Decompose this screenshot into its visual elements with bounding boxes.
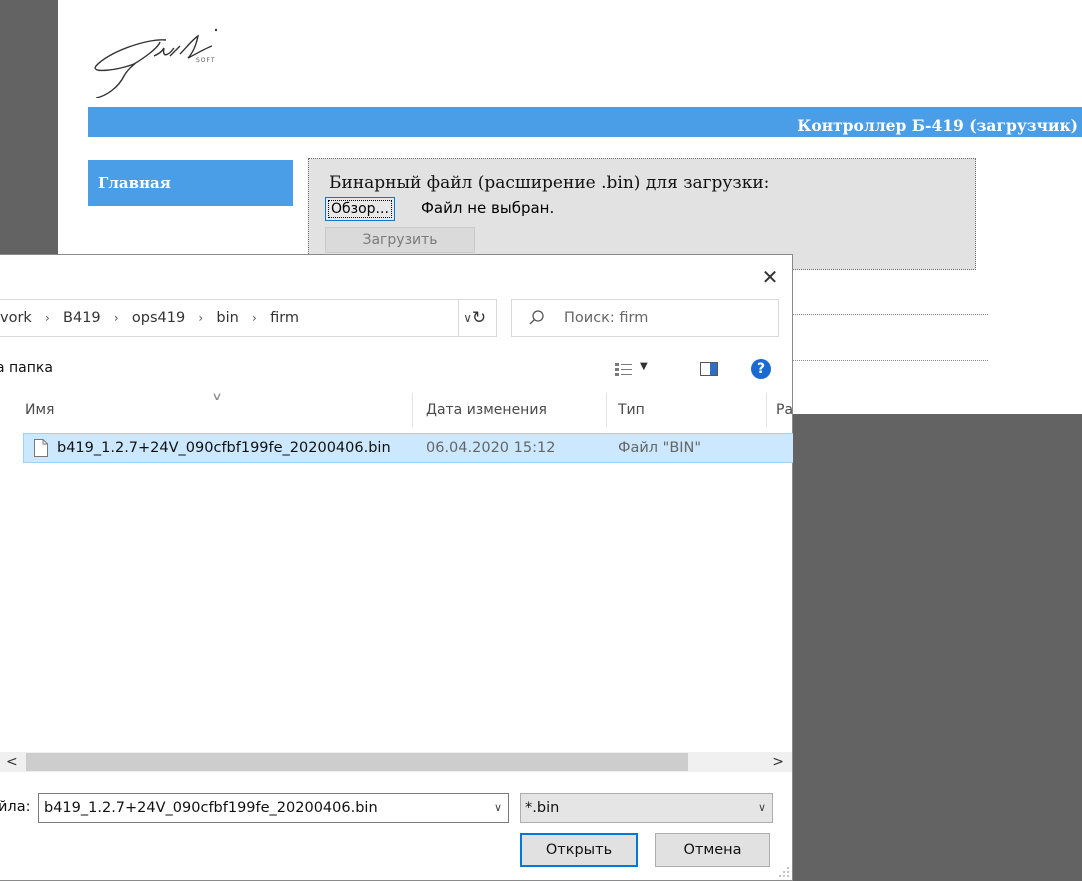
breadcrumb-item[interactable]: bin [216,300,238,336]
breadcrumb-item[interactable]: ops419 [132,300,185,336]
nav-item-label: Главная [98,174,171,192]
preview-pane-icon[interactable] [700,362,718,376]
column-divider[interactable] [766,393,767,427]
refresh-icon: ↻ [471,308,487,328]
close-button[interactable]: ✕ [752,261,788,293]
refresh-button[interactable]: ↻ [458,299,499,337]
chevron-right-icon: › [45,311,50,325]
close-icon: ✕ [761,265,779,289]
divider [793,360,988,361]
address-bar[interactable]: vork › B419 › ops419 › bin › firm ∨ [0,299,497,337]
cancel-button[interactable]: Отмена [655,833,770,867]
new-folder-button[interactable]: а папка [0,360,53,376]
scroll-thumb[interactable] [26,753,688,771]
search-icon [529,310,544,325]
scroll-right-icon[interactable]: > [772,752,784,772]
search-placeholder: Поиск: firm [564,310,649,326]
open-button[interactable]: Открыть [520,833,638,867]
file-type: Файл "BIN" [618,440,702,456]
help-icon[interactable]: ? [751,359,771,379]
divider [793,314,988,315]
search-input[interactable]: Поиск: firm [511,299,779,337]
chevron-down-icon[interactable]: ∨ [494,794,502,822]
filetype-value: *.bin [525,800,560,816]
column-divider[interactable] [412,393,413,427]
column-divider[interactable] [606,393,607,427]
nav-item-home[interactable]: Главная [88,160,293,206]
breadcrumb-item[interactable]: firm [270,300,299,336]
file-status: Файл не выбран. [421,199,555,217]
chevron-right-icon: › [252,311,257,325]
resize-grip-icon[interactable] [778,866,790,878]
sort-chevron-icon: ∨ [211,390,223,403]
breadcrumb-item[interactable]: vork [0,300,32,336]
file-row[interactable]: b419_1.2.7+24V_090cfbf199fe_20200406.bin… [23,433,793,463]
upload-label: Бинарный файл (расширение .bin) для загр… [329,173,770,193]
horizontal-scrollbar[interactable]: < > [0,752,792,772]
chevron-down-icon: ∨ [757,801,766,814]
column-header-name[interactable]: Имя [25,402,54,418]
chevron-down-icon[interactable]: ▼ [640,361,648,372]
chevron-right-icon: › [198,311,204,325]
column-header-type[interactable]: Тип [618,402,645,418]
logo-sub: SOFT [196,57,216,64]
file-icon [34,439,48,457]
page-header: Контроллер Б-419 (загрузчик) [88,107,1082,137]
browse-button[interactable]: Обзор... [325,197,395,221]
logo-icon: SOFT [94,28,218,98]
filename-field[interactable]: b419_1.2.7+24V_090cfbf199fe_20200406.bin… [38,793,509,823]
file-name: b419_1.2.7+24V_090cfbf199fe_20200406.bin [57,440,391,456]
column-header-date[interactable]: Дата изменения [426,402,547,418]
column-header-size[interactable]: Ра [776,402,793,418]
scroll-left-icon[interactable]: < [6,752,18,772]
file-open-dialog: ✕ vork › B419 › ops419 › bin › firm ∨ ↻ … [0,254,793,881]
upload-button[interactable]: Загрузить [325,227,475,253]
filetype-select[interactable]: *.bin ∨ [520,793,773,823]
filename-value: b419_1.2.7+24V_090cfbf199fe_20200406.bin [44,800,378,816]
page-title: Контроллер Б-419 (загрузчик) [797,116,1078,135]
filename-label: йла: [0,799,31,815]
view-options-icon[interactable] [614,361,634,379]
file-date: 06.04.2020 15:12 [426,440,556,456]
breadcrumb-item[interactable]: B419 [63,300,101,336]
chevron-right-icon: › [113,311,119,325]
